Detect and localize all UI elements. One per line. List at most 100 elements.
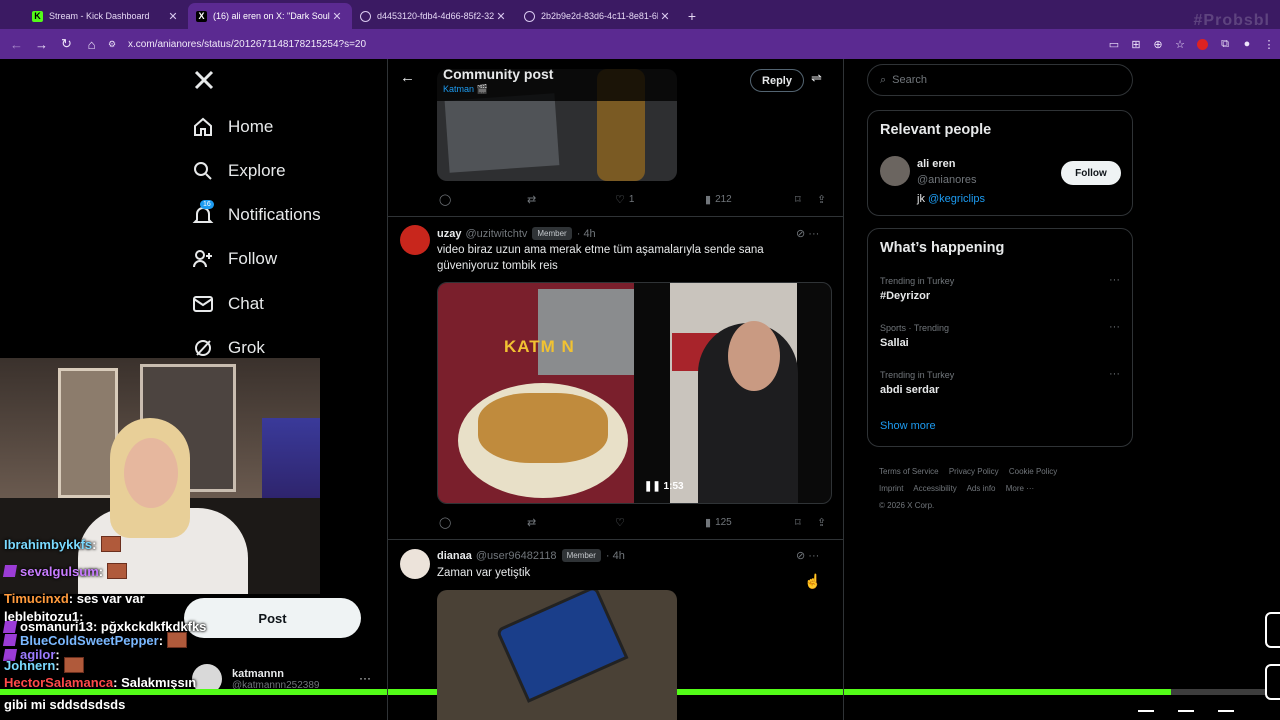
player-side-control[interactable] <box>1265 612 1280 648</box>
back-arrow-icon[interactable]: ← <box>4 37 29 52</box>
reload-icon[interactable]: ↻ <box>54 36 79 52</box>
home-icon[interactable]: ⌂ <box>79 37 104 52</box>
divider <box>388 216 843 217</box>
post-image[interactable] <box>437 590 677 720</box>
chat-username[interactable]: sevalgulsum <box>20 564 99 579</box>
reply-button[interactable]: Reply <box>750 69 804 92</box>
chat-username[interactable]: Johnern <box>4 658 55 673</box>
footer-link[interactable]: Privacy Policy <box>949 467 999 476</box>
avatar[interactable] <box>880 156 910 186</box>
chat-username[interactable]: Timucinxd <box>4 591 69 606</box>
more-icon[interactable]: ··· <box>808 228 819 240</box>
cast-icon[interactable]: ▭ <box>1103 38 1125 51</box>
page-title: Community post <box>443 66 554 82</box>
tab-x-post[interactable]: X (16) ali eren on X: "Dark Souls 3 ✕ <box>188 3 352 29</box>
more-icon[interactable]: ··· <box>1109 368 1120 380</box>
post-time[interactable]: · 4h <box>606 550 625 562</box>
star-icon[interactable]: ☆ <box>1169 38 1191 51</box>
trend-item[interactable]: Sports · Trending Sallai ··· <box>880 321 1125 349</box>
back-arrow-icon[interactable]: ← <box>400 69 415 86</box>
zoom-icon[interactable]: ⊕ <box>1147 38 1169 51</box>
author-handle[interactable]: @user96482118 <box>476 550 557 562</box>
close-icon[interactable]: ✕ <box>166 10 180 23</box>
close-icon[interactable]: ✕ <box>658 10 672 23</box>
views-icon[interactable]: ▮ 125 <box>705 516 732 529</box>
chat-emote-icon <box>100 536 121 552</box>
post-time[interactable]: · 4h <box>577 228 596 240</box>
bookmark-icon[interactable]: ⌑ <box>795 516 805 529</box>
more-icon[interactable]: ··· <box>808 550 819 562</box>
tab-uuid-2[interactable]: 2b2b9e2d-83d6-4c11-8e81-6b ✕ <box>516 3 680 29</box>
close-icon[interactable]: ✕ <box>494 10 508 23</box>
more-icon[interactable]: ··· <box>359 671 371 685</box>
address-bar[interactable]: ⚙ x.com/anianores/status/201267114817821… <box>108 39 366 50</box>
share-icon[interactable]: ⇪ <box>817 516 830 529</box>
chat-emote-icon <box>107 563 128 579</box>
person-handle[interactable]: @anianores <box>917 174 976 186</box>
player-control-icon[interactable] <box>1178 710 1194 720</box>
chat-text: : <box>55 657 60 673</box>
chat-username[interactable]: HectorSalamanca <box>4 675 113 690</box>
more-icon[interactable]: ··· <box>1109 274 1120 286</box>
footer-link[interactable]: Imprint <box>879 484 903 493</box>
follow-button[interactable]: Follow <box>1061 161 1121 185</box>
like-icon[interactable]: ♡ <box>615 516 629 529</box>
author-name[interactable]: uzay <box>437 228 461 240</box>
more-icon[interactable]: ··· <box>1109 321 1120 333</box>
translate-icon[interactable]: ⊞ <box>1125 38 1147 51</box>
author-name[interactable]: dianaa <box>437 550 472 562</box>
person-name[interactable]: ali eren <box>917 158 956 170</box>
footer-link[interactable]: Cookie Policy <box>1009 467 1057 476</box>
new-tab-button[interactable]: + <box>680 3 704 29</box>
footer-link[interactable]: More ··· <box>1006 484 1034 493</box>
player-control-icon[interactable] <box>1138 710 1154 720</box>
community-name[interactable]: Katman 🎬 <box>443 84 488 95</box>
nav-home[interactable]: Home <box>192 113 273 141</box>
views-icon[interactable]: ▮ 212 <box>705 193 732 206</box>
reply-icon[interactable]: ◯ <box>439 516 455 529</box>
avatar[interactable] <box>400 549 430 579</box>
nav-follow[interactable]: Follow <box>192 245 277 273</box>
sliders-icon[interactable]: ⇌ <box>811 70 822 86</box>
show-more-link[interactable]: Show more <box>880 420 936 432</box>
video-player[interactable]: KATM N ❚❚ 1:53 <box>437 282 832 504</box>
chat-username[interactable]: BlueColdSweetPepper <box>20 633 159 648</box>
trend-item[interactable]: Trending in Turkey #Deyrizor ··· <box>880 274 1125 302</box>
share-icon[interactable]: ⇪ <box>817 193 830 206</box>
bio-link[interactable]: @kegriclips <box>928 193 985 205</box>
tab-uuid-1[interactable]: d4453120-fdb4-4d66-85f2-327 ✕ <box>352 3 516 29</box>
player-side-control[interactable] <box>1265 664 1280 700</box>
extensions-icon[interactable]: ⧉ <box>1214 38 1236 51</box>
post-header: dianaa @user96482118 Member · 4h <box>437 549 625 562</box>
repost-icon[interactable]: ⇄ <box>527 516 540 529</box>
grok-icon[interactable]: ⊘ <box>796 228 805 240</box>
author-handle[interactable]: @uzitwitchtv <box>465 228 527 240</box>
footer-link[interactable]: Terms of Service <box>879 467 939 476</box>
post-button[interactable]: Post <box>184 598 361 638</box>
footer-link[interactable]: Accessibility <box>913 484 957 493</box>
site-info-icon[interactable]: ⚙ <box>108 39 122 49</box>
footer-link[interactable]: Ads info <box>967 484 996 493</box>
repost-icon[interactable]: ⇄ <box>527 193 540 206</box>
extension-record-icon[interactable] <box>1197 38 1208 50</box>
nav-explore[interactable]: Explore <box>192 157 286 185</box>
pause-icon[interactable]: ❚❚ <box>644 481 661 492</box>
nav-label: Explore <box>228 161 286 180</box>
x-logo-icon[interactable] <box>194 70 214 92</box>
bookmark-icon[interactable]: ⌑ <box>795 193 805 206</box>
avatar[interactable] <box>400 225 430 255</box>
menu-icon[interactable]: ⋮ <box>1258 38 1280 51</box>
chat-username[interactable]: Ibrahimbykkfs <box>4 537 92 552</box>
nav-chat[interactable]: Chat <box>192 290 264 318</box>
search-input[interactable]: ⌕ Search <box>867 64 1133 96</box>
like-icon[interactable]: ♡ 1 <box>615 193 634 206</box>
reply-icon[interactable]: ◯ <box>439 193 455 206</box>
tab-kick-dashboard[interactable]: K Stream - Kick Dashboard ✕ <box>24 3 188 29</box>
trend-item[interactable]: Trending in Turkey abdi serdar ··· <box>880 368 1125 396</box>
nav-notifications[interactable]: 16 Notifications <box>192 200 321 229</box>
grok-icon[interactable]: ⊘ <box>796 550 805 562</box>
player-control-icon[interactable] <box>1218 710 1234 720</box>
profile-icon[interactable]: ● <box>1236 38 1258 50</box>
forward-arrow-icon[interactable]: → <box>29 37 54 52</box>
close-icon[interactable]: ✕ <box>330 10 344 23</box>
